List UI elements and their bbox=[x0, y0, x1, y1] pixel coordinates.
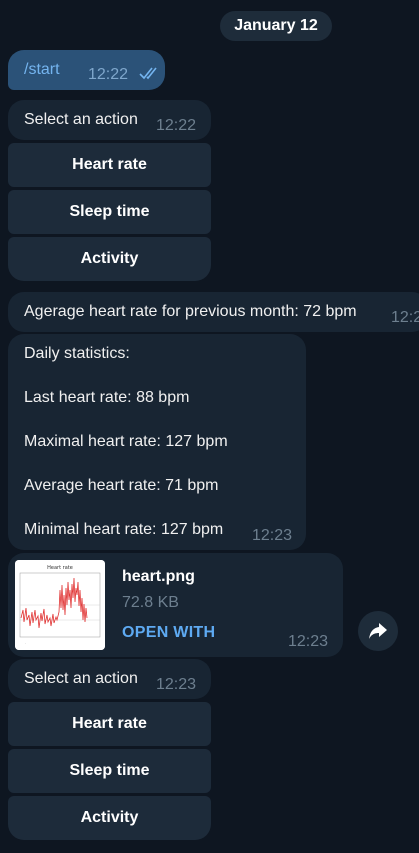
message-time: 12:23 bbox=[288, 633, 329, 650]
message-time: 12:23 bbox=[156, 676, 197, 693]
stats-average: Average heart rate: 71 bpm bbox=[24, 477, 219, 494]
keyboard-button-sleep-time[interactable]: Sleep time bbox=[8, 749, 211, 793]
message-text: Select an action bbox=[24, 111, 138, 128]
keyboard-button-activity[interactable]: Activity bbox=[8, 796, 211, 840]
svg-text:.: . bbox=[25, 641, 26, 645]
file-name: heart.png bbox=[122, 568, 195, 585]
stats-heading: Daily statistics: bbox=[24, 345, 130, 362]
double-check-icon bbox=[139, 67, 157, 80]
outgoing-message[interactable]: /start 12:22 bbox=[8, 50, 165, 90]
keyboard-button-heart-rate[interactable]: Heart rate bbox=[8, 702, 211, 746]
share-arrow-icon bbox=[369, 623, 387, 639]
heart-rate-chart-thumbnail: Heart rate . bbox=[15, 560, 105, 650]
keyboard-button-activity[interactable]: Activity bbox=[8, 237, 211, 281]
file-message[interactable]: Heart rate . heart.png 72.8 KB OPEN WITH… bbox=[8, 553, 343, 657]
incoming-message: Select an action 12:23 bbox=[8, 659, 211, 699]
message-text: Select an action bbox=[24, 670, 138, 687]
keyboard-button-heart-rate[interactable]: Heart rate bbox=[8, 143, 211, 187]
chat-view: January 12 /start 12:22 Select an action… bbox=[0, 0, 419, 853]
share-button[interactable] bbox=[358, 611, 398, 651]
message-time: 12:23 bbox=[391, 309, 419, 326]
message-time: 12:22 bbox=[156, 117, 197, 134]
message-time: 12:23 bbox=[252, 527, 293, 544]
daily-statistics-message: Daily statistics: Last heart rate: 88 bp… bbox=[8, 334, 306, 550]
open-with-button[interactable]: OPEN WITH bbox=[122, 624, 215, 642]
message-time: 12:22 bbox=[88, 66, 129, 83]
stats-min: Minimal heart rate: 127 bpm bbox=[24, 521, 224, 538]
stats-last: Last heart rate: 88 bpm bbox=[24, 389, 190, 406]
file-thumbnail[interactable]: Heart rate . bbox=[15, 560, 105, 650]
stats-max: Maximal heart rate: 127 bpm bbox=[24, 433, 228, 450]
incoming-message: Agerage heart rate for previous month: 7… bbox=[8, 292, 419, 332]
date-divider: January 12 bbox=[220, 11, 332, 41]
keyboard-button-sleep-time[interactable]: Sleep time bbox=[8, 190, 211, 234]
command-link[interactable]: /start bbox=[24, 61, 60, 79]
message-text: Agerage heart rate for previous month: 7… bbox=[24, 303, 357, 320]
incoming-message: Select an action 12:22 bbox=[8, 100, 211, 140]
file-size: 72.8 KB bbox=[122, 594, 179, 611]
thumbnail-title: Heart rate bbox=[47, 565, 73, 571]
